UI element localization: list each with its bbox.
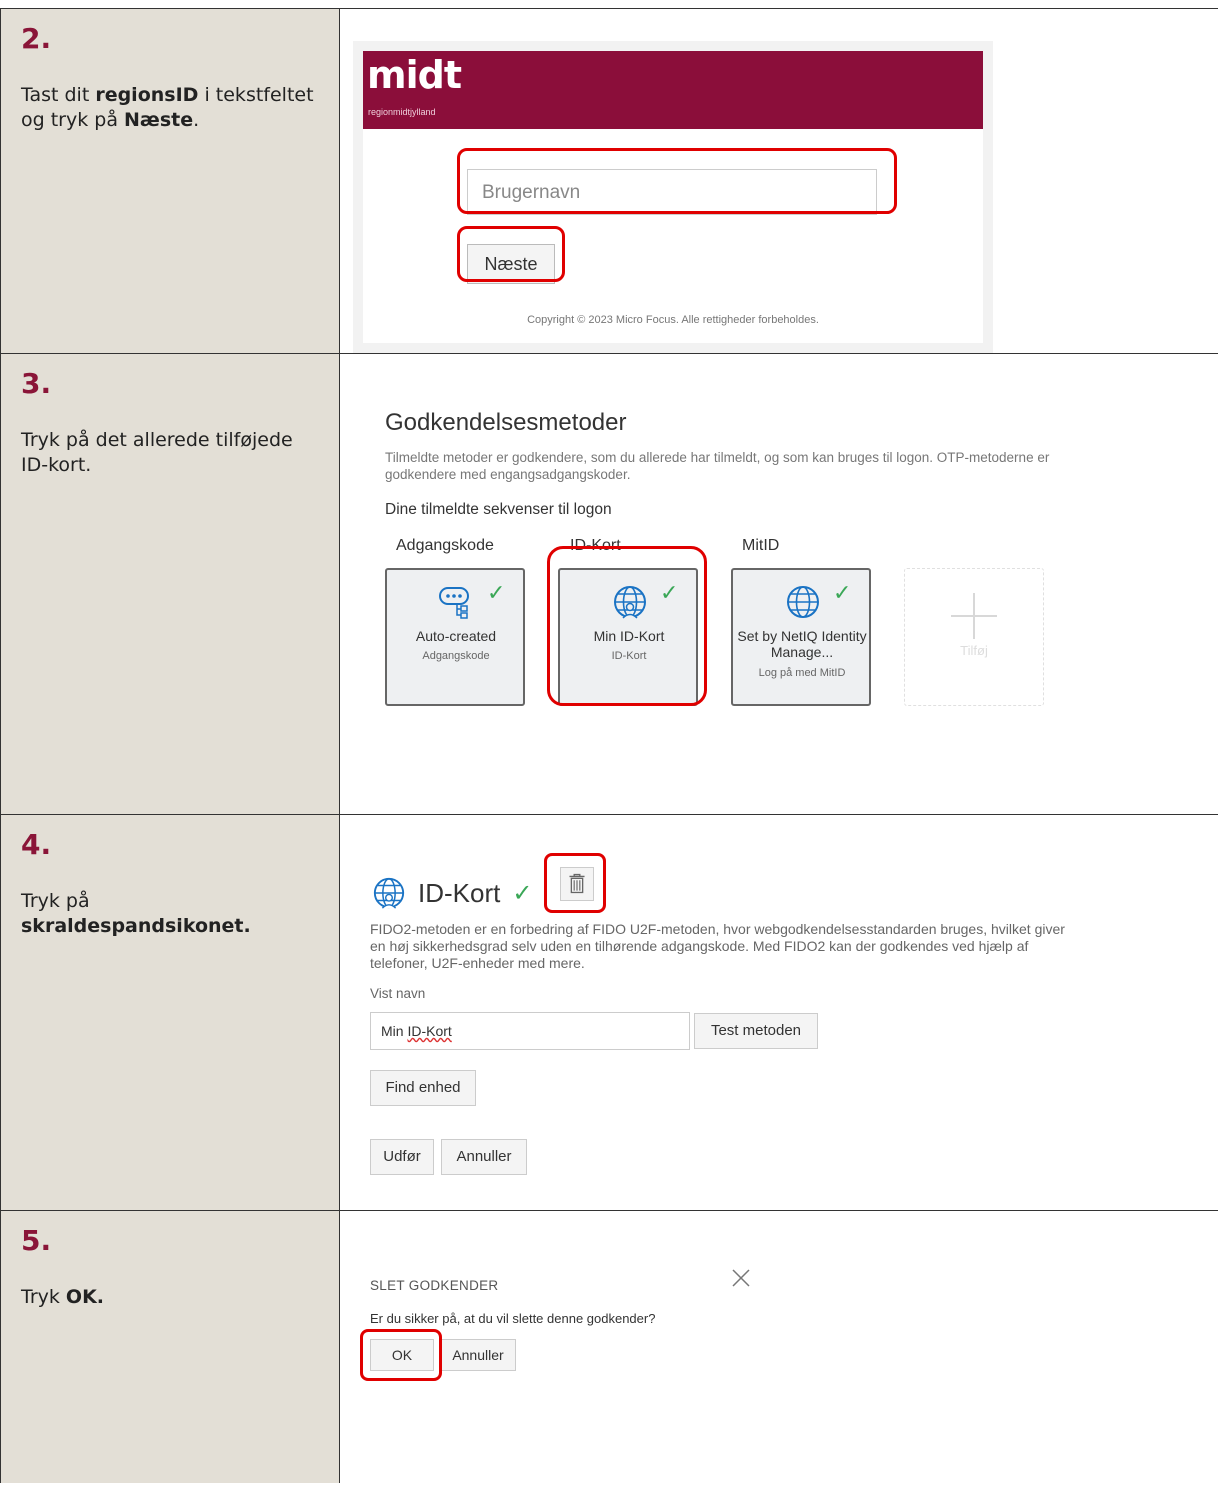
instruction-table: 2. Tast dit regionsID i tekstfeltet og t… bbox=[0, 8, 1218, 1483]
globe-icon bbox=[787, 586, 819, 618]
step-number: 3. bbox=[21, 367, 52, 400]
tile-sub: ID-Kort bbox=[611, 650, 647, 662]
cancel-button[interactable]: Annuller bbox=[441, 1139, 527, 1175]
step-3-instructions: 3. Tryk på det allerede tilføjede ID-kor… bbox=[0, 354, 340, 814]
step-text: Tryk på det allerede tilføjede ID-kort. bbox=[21, 429, 293, 476]
dialog-question: Er du sikker på, at du vil slette denne … bbox=[370, 1311, 656, 1326]
tile-auto-created[interactable]: ✓ Auto-created Adgangskode bbox=[385, 568, 525, 706]
tile-name: Min ID-Kort bbox=[593, 628, 665, 644]
check-icon: ✓ bbox=[833, 580, 852, 605]
midt-logo: midt bbox=[367, 53, 462, 97]
tile-name: Auto-created bbox=[415, 628, 497, 644]
check-icon: ✓ bbox=[660, 580, 679, 605]
find-device-button[interactable]: Find enhed bbox=[370, 1070, 476, 1106]
tile-id-card[interactable]: ✓ Min ID-Kort ID-Kort bbox=[558, 568, 698, 706]
step-text: Tryk OK. bbox=[21, 1286, 105, 1308]
dialog-title: SLET GODKENDER bbox=[370, 1278, 499, 1293]
check-icon: ✓ bbox=[512, 879, 533, 907]
tile-sub: Log på med MitID bbox=[758, 667, 846, 679]
step-number: 5. bbox=[21, 1224, 52, 1257]
step-2-instructions: 2. Tast dit regionsID i tekstfeltet og t… bbox=[0, 9, 340, 353]
dialog-cancel-button[interactable]: Annuller bbox=[440, 1339, 516, 1371]
password-icon bbox=[439, 587, 469, 619]
add-label: Tilføj bbox=[960, 643, 988, 658]
delete-button[interactable] bbox=[560, 867, 594, 901]
login-frame: midt regionmidtjylland Brugernavn Næste … bbox=[353, 41, 993, 353]
trash-icon bbox=[569, 873, 585, 894]
copyright-text: Copyright © 2023 Micro Focus. Alle retti… bbox=[527, 314, 819, 326]
ok-button[interactable]: OK bbox=[370, 1339, 434, 1371]
next-button[interactable]: Næste bbox=[467, 244, 555, 284]
display-name-input[interactable]: Min ID-Kort bbox=[370, 1012, 690, 1050]
add-method-tile[interactable]: Tilføj bbox=[904, 568, 1044, 706]
step-text: Tryk på skraldespandsikonet. bbox=[21, 890, 251, 937]
globe-user-icon bbox=[614, 586, 646, 619]
step-4-row: 4. Tryk på skraldespandsikonet. ID-Kort … bbox=[0, 815, 1218, 1211]
username-input[interactable]: Brugernavn bbox=[467, 169, 877, 215]
step-5-row: 5. Tryk OK. SLET GODKENDER Er du sikker … bbox=[0, 1211, 1218, 1483]
category-password: Adgangskode bbox=[396, 537, 494, 554]
method-description: FIDO2-metoden er en forbedring af FIDO U… bbox=[370, 921, 1065, 971]
step-3-row: 3. Tryk på det allerede tilføjede ID-kor… bbox=[0, 354, 1218, 815]
plus-icon bbox=[951, 593, 997, 639]
globe-user-icon bbox=[373, 877, 405, 909]
display-name-label: Vist navn bbox=[370, 986, 426, 1001]
tile-name: Set by NetIQ Identity Manage... bbox=[737, 628, 867, 661]
step-5-instructions: 5. Tryk OK. bbox=[0, 1211, 340, 1483]
methods-title: Godkendelsesmetoder bbox=[385, 409, 627, 436]
step-number: 2. bbox=[21, 22, 52, 55]
close-icon[interactable] bbox=[730, 1267, 752, 1289]
step-5-screenshot: SLET GODKENDER Er du sikker på, at du vi… bbox=[340, 1211, 1218, 1483]
execute-button[interactable]: Udfør bbox=[370, 1139, 434, 1175]
step-4-screenshot: ID-Kort ✓ FIDO2-metoden er en forbedring… bbox=[340, 815, 1218, 1210]
step-number: 4. bbox=[21, 828, 52, 861]
login-card: midt regionmidtjylland Brugernavn Næste … bbox=[363, 51, 983, 343]
methods-description: Tilmeldte metoder er godkendere, som du … bbox=[385, 450, 1050, 482]
tile-mitid[interactable]: ✓ Set by NetIQ Identity Manage... Log på… bbox=[731, 568, 871, 706]
logo-subtitle: regionmidtjylland bbox=[368, 107, 436, 117]
check-icon: ✓ bbox=[487, 580, 506, 605]
step-2-screenshot: midt regionmidtjylland Brugernavn Næste … bbox=[340, 9, 1218, 353]
method-header: ID-Kort ✓ bbox=[370, 873, 532, 913]
step-4-instructions: 4. Tryk på skraldespandsikonet. bbox=[0, 815, 340, 1210]
tile-sub: Adgangskode bbox=[422, 650, 490, 662]
step-3-screenshot: Godkendelsesmetoder Tilmeldte metoder er… bbox=[340, 354, 1218, 814]
brand-header: midt regionmidtjylland bbox=[363, 51, 983, 129]
method-title: ID-Kort bbox=[418, 877, 501, 908]
sequence-heading: Dine tilmeldte sekvenser til logon bbox=[385, 501, 612, 518]
step-text: Tast dit regionsID i tekstfeltet og tryk… bbox=[21, 84, 314, 131]
category-id-card: ID-Kort bbox=[570, 537, 621, 554]
category-mitid: MitID bbox=[742, 537, 780, 554]
test-method-button[interactable]: Test metoden bbox=[694, 1013, 818, 1049]
step-2-row: 2. Tast dit regionsID i tekstfeltet og t… bbox=[0, 8, 1218, 354]
